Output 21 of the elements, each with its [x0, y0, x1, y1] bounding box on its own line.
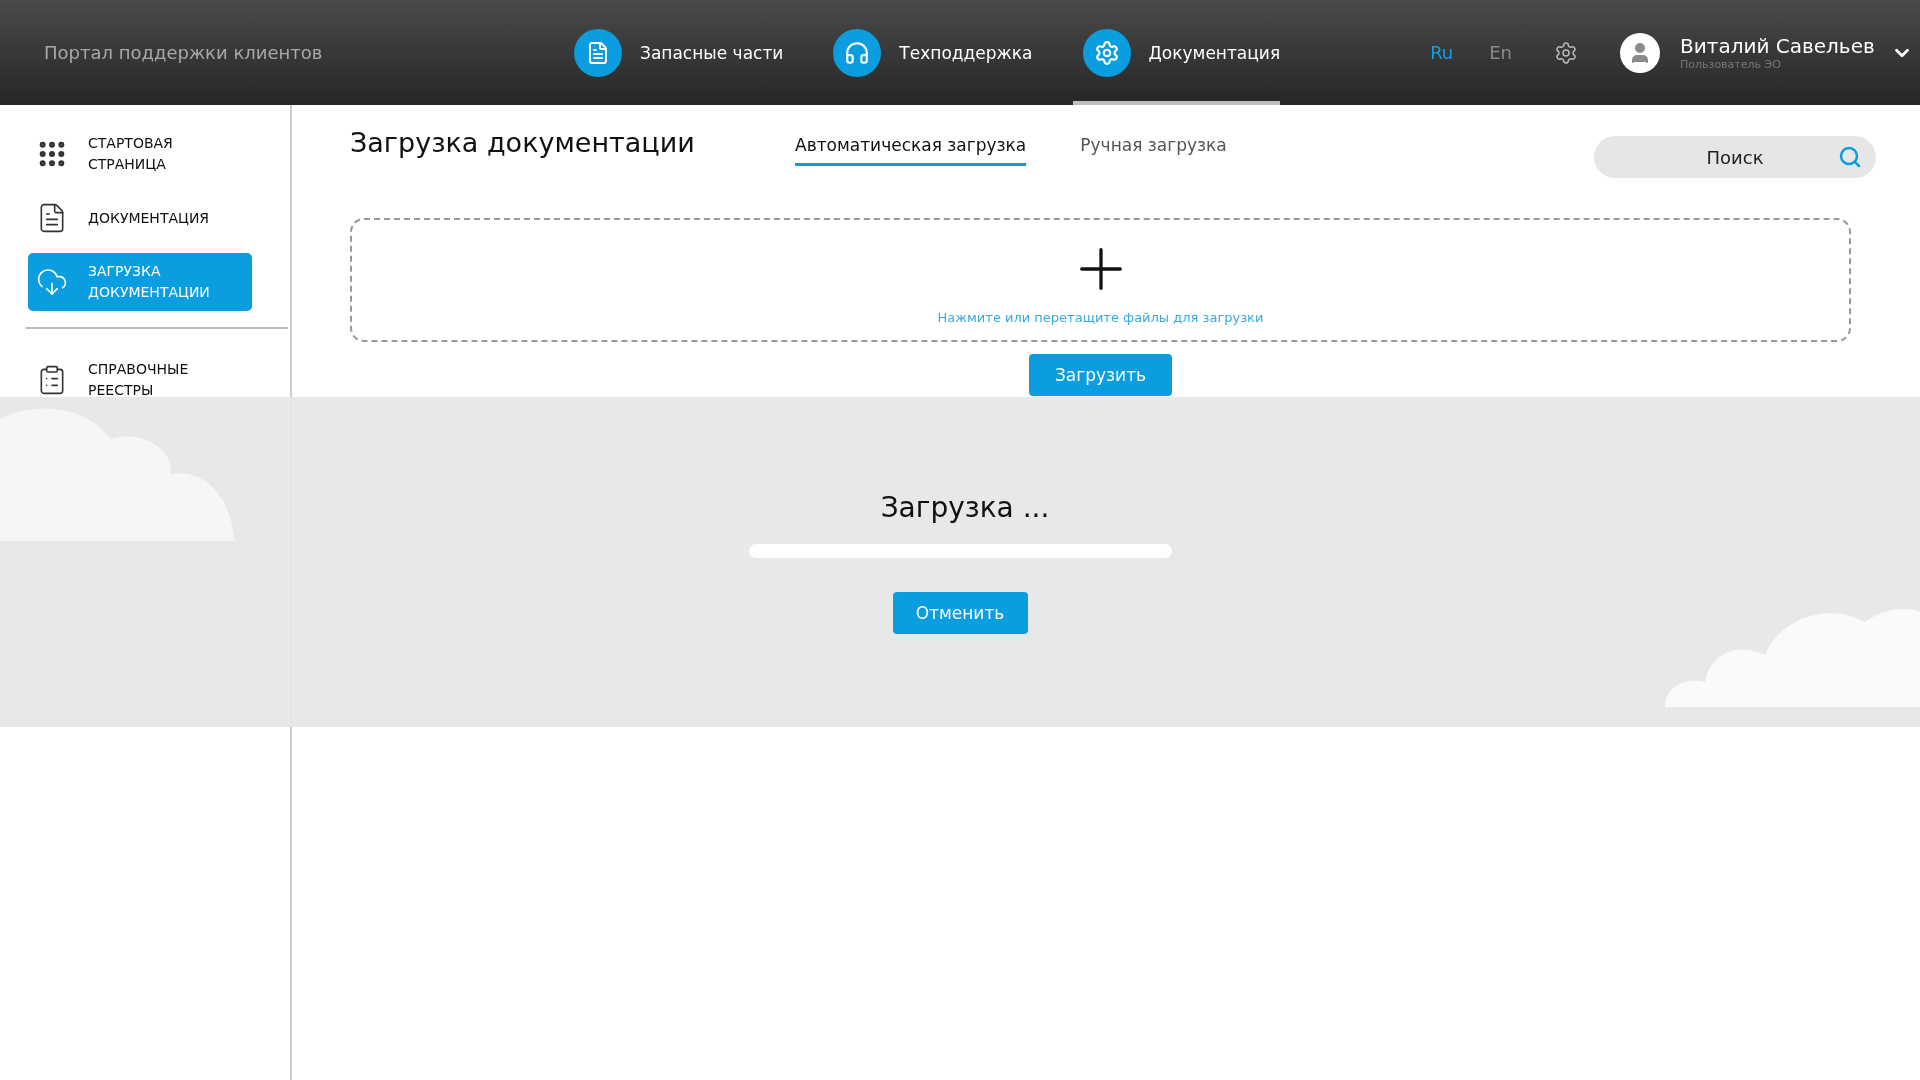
sidebar-item[interactable]: ДОКУМЕНТАЦИЯ	[28, 193, 252, 243]
document-icon	[586, 40, 610, 65]
page-title: Загрузка документации	[350, 127, 696, 158]
nav-tab[interactable]: Техподдержка	[823, 0, 1033, 105]
user-name: Виталий Савельев	[1680, 34, 1875, 58]
search-field[interactable]: Поиск	[1594, 136, 1876, 178]
language-link[interactable]: Ru	[1430, 42, 1454, 63]
avatar[interactable]	[1620, 32, 1660, 73]
headset-icon	[844, 39, 871, 66]
cloud-download-icon	[36, 266, 68, 298]
nav-tab[interactable]: Запасные части	[564, 0, 784, 105]
dialog-title: Загрузка ...	[880, 490, 1050, 524]
gear-icon	[1093, 39, 1120, 66]
nav-tab[interactable]: Документация	[1072, 0, 1281, 105]
sidebar-item[interactable]: СТАРТОВАЯ СТРАНИЦА	[28, 125, 252, 183]
tab[interactable]: Ручная загрузка	[1080, 135, 1227, 166]
tab[interactable]: Автоматическая загрузка	[795, 135, 1027, 166]
drop-hint: Нажмите или перетащите файлы для загрузки	[937, 309, 1264, 325]
portal-title: Портал поддержки клиентов	[44, 42, 324, 63]
user-role: Пользователь ЭО	[1680, 58, 1782, 71]
settings-icon[interactable]	[1554, 40, 1578, 65]
